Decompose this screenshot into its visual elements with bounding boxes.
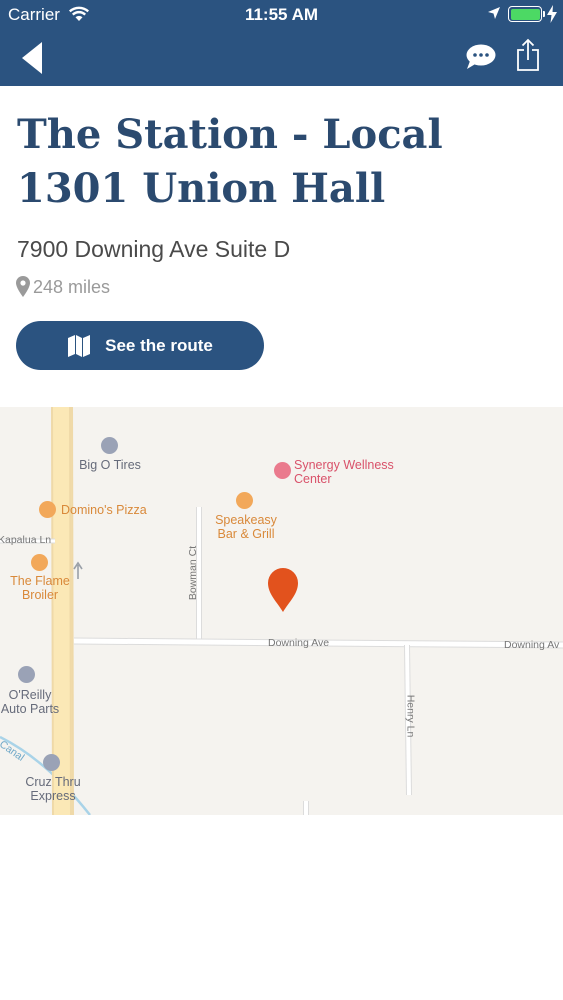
clock: 11:55 AM (244, 5, 319, 24)
street-downing-av: Downing Av (504, 639, 560, 651)
map-icon (68, 334, 91, 357)
poi-oreilly[interactable]: O'Reilly Auto Parts (0, 688, 64, 716)
map-view[interactable]: Big O Tires Synergy Wellness Center Domi… (0, 407, 563, 815)
see-route-button[interactable]: See the route (16, 321, 264, 370)
see-route-label: See the route (105, 335, 213, 355)
location-arrow-icon (488, 7, 500, 19)
chat-bubble-icon[interactable] (465, 43, 497, 71)
poi-synergy-wellness[interactable]: Synergy Wellness Center (294, 458, 399, 486)
page-title: The Station - Local 1301 Union Hall (17, 111, 443, 212)
auto-icon[interactable] (101, 437, 118, 454)
poi-cruz-thru[interactable]: Cruz Thru Express (20, 775, 86, 803)
back-icon[interactable] (18, 40, 46, 76)
auto-icon[interactable] (18, 666, 35, 683)
distance-row: 248 miles (15, 276, 110, 298)
food-icon[interactable] (31, 554, 48, 571)
status-bar: Carrier 11:55 AM (0, 0, 563, 30)
location-marker-icon[interactable] (268, 568, 298, 612)
battery-icon (508, 6, 542, 22)
street-henry: Henry Ln (404, 694, 417, 738)
battery-tip (543, 11, 545, 17)
poi-flame-broiler[interactable]: The Flame Broiler (4, 574, 76, 602)
distance-text: 248 miles (33, 277, 111, 297)
address-text: 7900 Downing Ave Suite D (17, 236, 291, 262)
street-downing-ave: Downing Ave (268, 637, 330, 649)
poi-dominos[interactable]: Domino's Pizza (61, 503, 147, 517)
poi-big-o-tires[interactable]: Big O Tires (60, 458, 160, 472)
poi-speakeasy[interactable]: Speakeasy Bar & Grill (206, 513, 286, 541)
charging-bolt-icon (547, 5, 557, 23)
share-icon[interactable] (516, 38, 540, 72)
food-icon[interactable] (236, 492, 253, 509)
street-bowman: Bowman Ct (187, 545, 200, 601)
food-icon[interactable] (39, 501, 56, 518)
location-pin-icon (16, 276, 30, 297)
nav-bar (0, 30, 563, 86)
street-kapalua: Kapalua Ln (0, 534, 52, 546)
health-icon[interactable] (274, 462, 291, 479)
auto-icon[interactable] (43, 754, 60, 771)
